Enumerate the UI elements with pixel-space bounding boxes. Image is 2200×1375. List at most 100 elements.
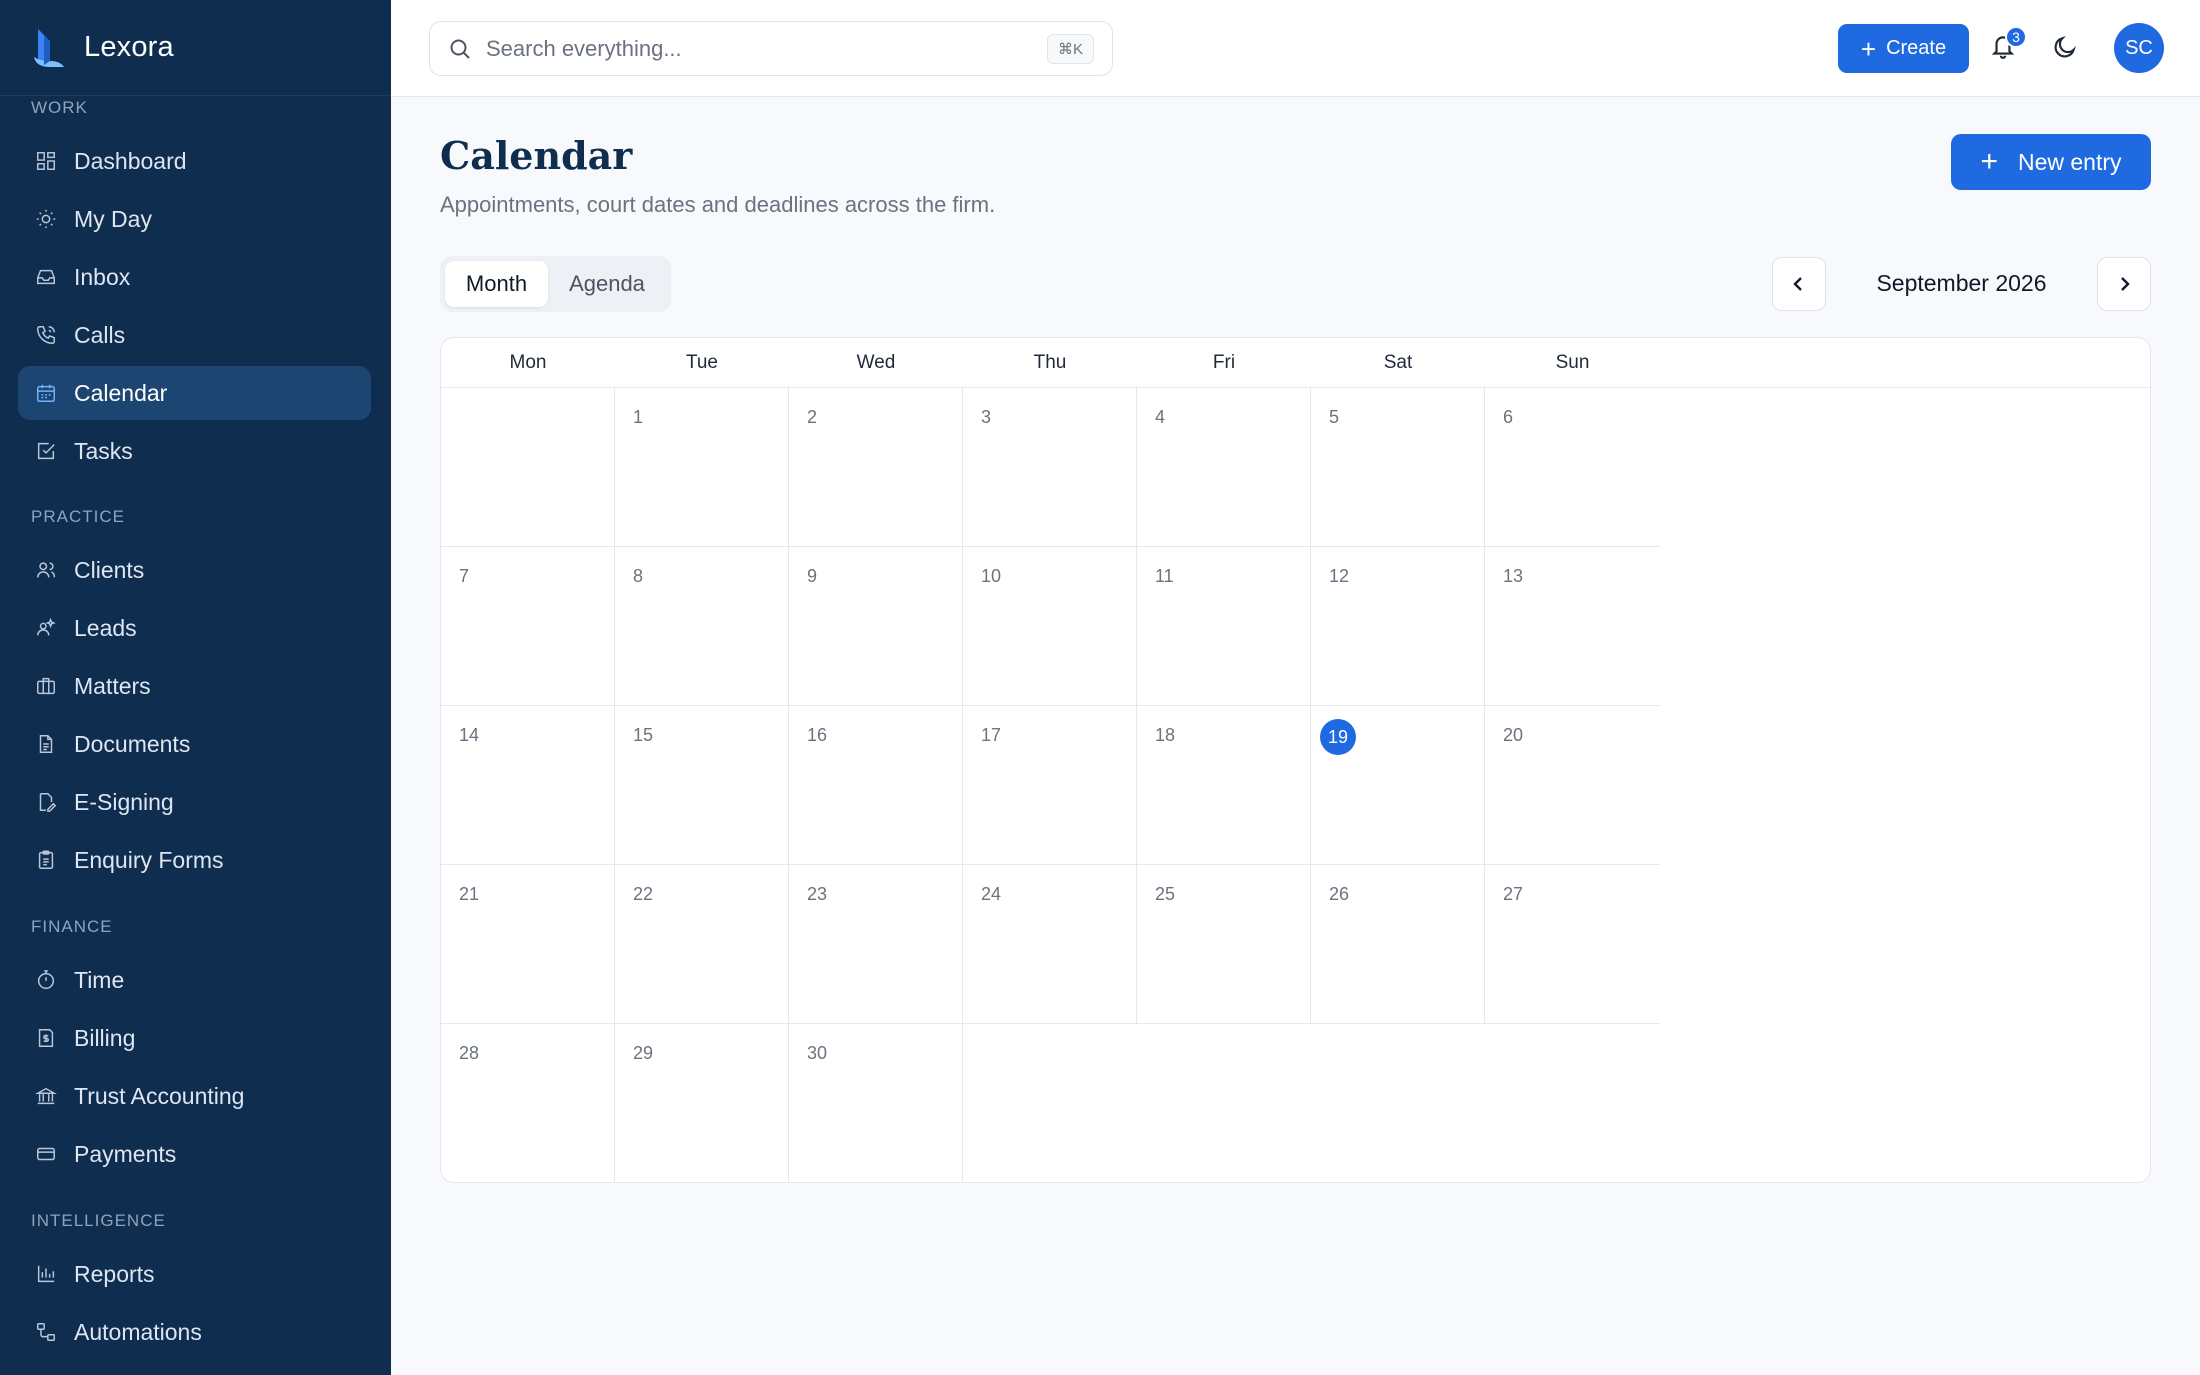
sidebar-item-trust-accounting[interactable]: Trust Accounting [18, 1069, 371, 1123]
nav-group-label: INTELLIGENCE [31, 1211, 166, 1230]
nav-group-label: PRACTICE [31, 507, 125, 526]
sidebar-item-documents[interactable]: Documents [18, 717, 371, 771]
dashboard-icon [34, 149, 58, 173]
sidebar-item-calendar[interactable]: Calendar [18, 366, 371, 420]
calendar-day-cell[interactable]: 11 [1137, 547, 1311, 706]
day-number: 23 [807, 884, 828, 904]
calendar-day-cell[interactable]: 15 [615, 706, 789, 865]
calendar-day-cell[interactable]: 7 [441, 547, 615, 706]
sidebar-item-label: Clients [74, 556, 145, 583]
calendar-day-cell[interactable]: 26 [1311, 865, 1485, 1024]
tab-month[interactable]: Month [445, 261, 548, 307]
sidebar-item-inbox[interactable]: Inbox [18, 250, 371, 304]
chevron-left-icon [1793, 277, 1802, 291]
calendar-day-cell[interactable]: 14 [441, 706, 615, 865]
calendar-day-cell[interactable]: 29 [615, 1024, 789, 1182]
calendar-empty-cell[interactable] [441, 388, 615, 547]
day-number: 29 [633, 1043, 654, 1063]
today-marker: 19 [1320, 719, 1356, 755]
theme-toggle[interactable] [2052, 34, 2080, 62]
chevron-right-icon [2121, 277, 2130, 291]
sidebar-item-label: Time [74, 966, 125, 993]
day-number: 4 [1155, 407, 1166, 427]
users-icon [34, 558, 58, 582]
sidebar-item-my-day[interactable]: My Day [18, 192, 371, 246]
day-number: 30 [807, 1043, 828, 1063]
month-label: September 2026 [1876, 270, 2047, 296]
calendar-day-cell[interactable]: 18 [1137, 706, 1311, 865]
calendar-grid: Mon Tue Wed Thu Fri Sat Sun 1 2 3 4 5 6 7 8 9 10 11 12 13 1… [440, 337, 2151, 1183]
sidebar-item-payments[interactable]: Payments [18, 1127, 371, 1181]
day-number: 22 [633, 884, 654, 904]
sidebar-item-calls[interactable]: Calls [18, 308, 371, 362]
new-entry-button[interactable]: + New entry [1951, 134, 2151, 190]
calendar-day-cell[interactable]: 21 [441, 865, 615, 1024]
create-button-label: Create [1886, 37, 1947, 59]
day-number: 26 [1329, 884, 1350, 904]
card-icon [34, 1142, 58, 1166]
moon-icon [2054, 36, 2076, 58]
calendar-day-cell[interactable]: 13 [1485, 547, 1660, 706]
calendar-day-cell[interactable]: 2 [789, 388, 963, 547]
calendar-day-cell[interactable]: 1 [615, 388, 789, 547]
sidebar-item-label: Calls [74, 321, 126, 348]
calendar-day-cell[interactable]: 22 [615, 865, 789, 1024]
sidebar-item-time[interactable]: Time [18, 953, 371, 1007]
sidebar-item-label: Trust Accounting [74, 1082, 245, 1109]
next-month-button[interactable] [2097, 257, 2151, 311]
search-icon [450, 39, 470, 59]
sidebar-item-billing[interactable]: Billing [18, 1011, 371, 1065]
sidebar-item-clients[interactable]: Clients [18, 543, 371, 597]
tab-agenda[interactable]: Agenda [548, 261, 666, 307]
sidebar-item-dashboard[interactable]: Dashboard [18, 134, 371, 188]
calendar-day-cell[interactable]: 12 [1311, 547, 1485, 706]
inbox-icon [34, 265, 58, 289]
calendar-day-cell[interactable]: 20 [1485, 706, 1660, 865]
sidebar-item-label: Automations [74, 1318, 202, 1345]
previous-month-button[interactable] [1772, 257, 1826, 311]
calendar-day-cell[interactable]: 24 [963, 865, 1137, 1024]
clipboard-icon [34, 848, 58, 872]
calendar-day-cell[interactable]: 9 [789, 547, 963, 706]
calendar-day-cell[interactable]: 23 [789, 865, 963, 1024]
sidebar-item-label: Leads [74, 614, 137, 641]
sidebar-item-e-signing[interactable]: E-Signing [18, 775, 371, 829]
day-number: 25 [1155, 884, 1176, 904]
sidebar-item-leads[interactable]: Leads [18, 601, 371, 655]
avatar[interactable]: SC [2114, 23, 2164, 73]
sidebar-item-matters[interactable]: Matters [18, 659, 371, 713]
brand[interactable]: Lexora [0, 0, 391, 96]
plus-icon: + [1980, 145, 1998, 178]
calendar-day-cell[interactable]: 17 [963, 706, 1137, 865]
phone-icon [34, 323, 58, 347]
calendar-day-cell[interactable]: 4 [1137, 388, 1311, 547]
day-number: 8 [633, 566, 644, 586]
calendar-day-cell[interactable]: 30 [789, 1024, 963, 1182]
day-number: 5 [1329, 407, 1340, 427]
calendar-day-cell[interactable]: 19 [1311, 706, 1485, 865]
sidebar-item-label: Tasks [74, 437, 133, 464]
day-number: 24 [981, 884, 1002, 904]
create-button[interactable]: + Create [1838, 24, 1969, 73]
sidebar-item-tasks[interactable]: Tasks [18, 424, 371, 478]
day-number: 18 [1155, 725, 1176, 745]
calendar-day-cell[interactable]: 8 [615, 547, 789, 706]
calendar-day-cell[interactable]: 3 [963, 388, 1137, 547]
calendar-day-cell[interactable]: 28 [441, 1024, 615, 1182]
calendar-icon [34, 381, 58, 405]
calendar-day-cell[interactable]: 6 [1485, 388, 1660, 547]
calendar-day-cell[interactable]: 16 [789, 706, 963, 865]
sparkle-user-icon [34, 616, 58, 640]
calendar-day-cell[interactable]: 5 [1311, 388, 1485, 547]
calendar-day-cell[interactable]: 10 [963, 547, 1137, 706]
day-number: 27 [1503, 884, 1524, 904]
sidebar-item-reports[interactable]: Reports [18, 1247, 371, 1301]
day-number: 13 [1503, 566, 1524, 586]
search-input[interactable]: Search everything... ⌘K [429, 21, 1113, 76]
calendar-day-cell[interactable]: 27 [1485, 865, 1660, 1024]
calendar-day-cell[interactable]: 25 [1137, 865, 1311, 1024]
signature-icon [34, 790, 58, 814]
sidebar-item-automations[interactable]: Automations [18, 1305, 371, 1359]
day-number: 21 [459, 884, 480, 904]
sidebar-item-enquiry-forms[interactable]: Enquiry Forms [18, 833, 371, 887]
